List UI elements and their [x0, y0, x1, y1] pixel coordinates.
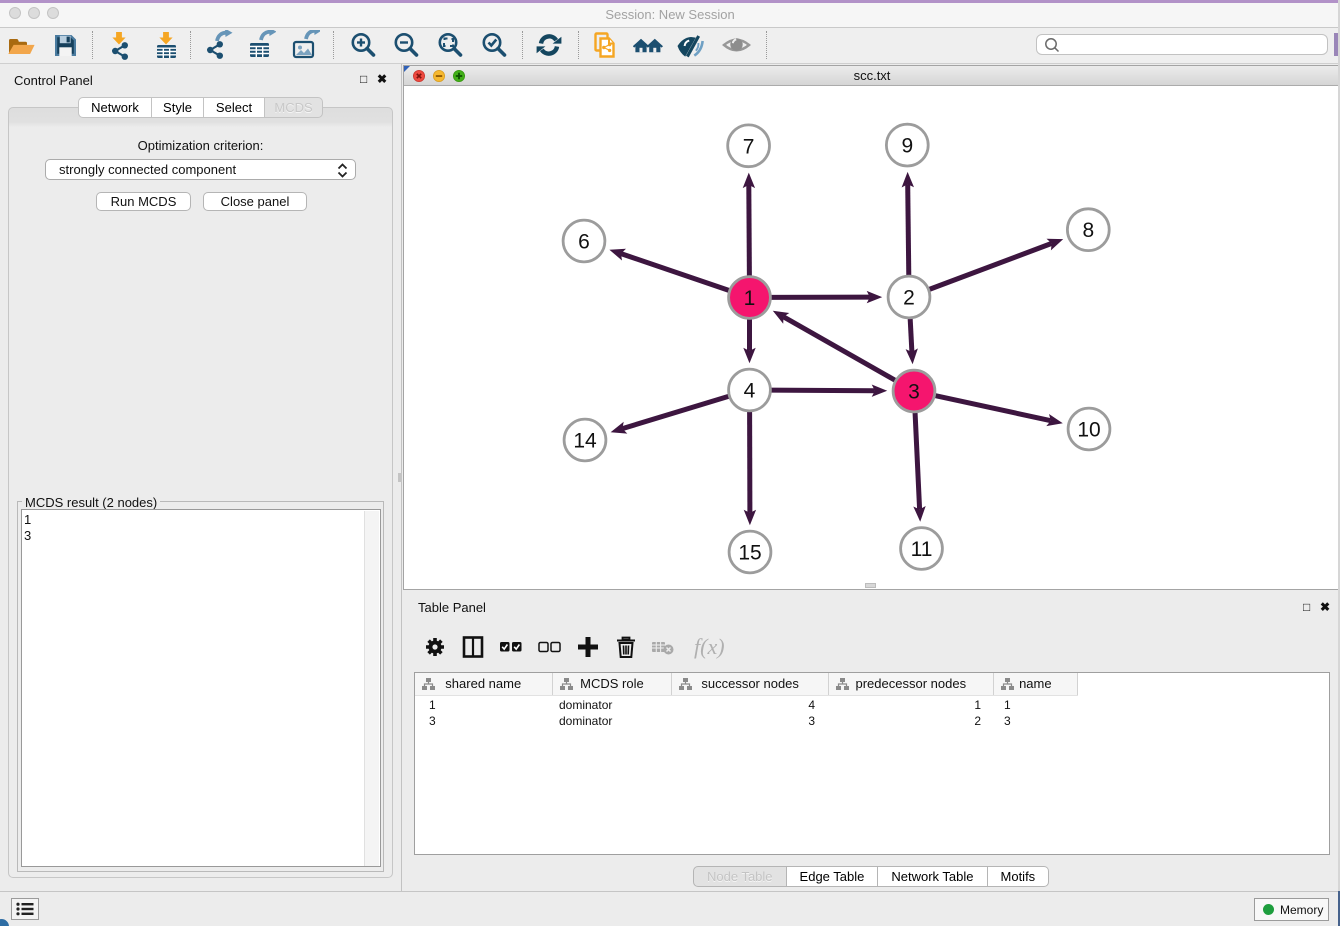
svg-text:11: 11 [911, 538, 933, 561]
svg-text:7: 7 [743, 135, 755, 158]
svg-text:10: 10 [1077, 419, 1100, 442]
svg-text:1: 1 [744, 287, 756, 310]
svg-text:4: 4 [744, 380, 756, 403]
svg-text:6: 6 [578, 231, 590, 254]
svg-text:8: 8 [1082, 219, 1094, 242]
svg-text:15: 15 [738, 542, 761, 565]
svg-text:14: 14 [573, 430, 597, 453]
svg-text:3: 3 [908, 381, 920, 404]
svg-text:9: 9 [901, 135, 913, 158]
svg-text:2: 2 [903, 287, 915, 310]
